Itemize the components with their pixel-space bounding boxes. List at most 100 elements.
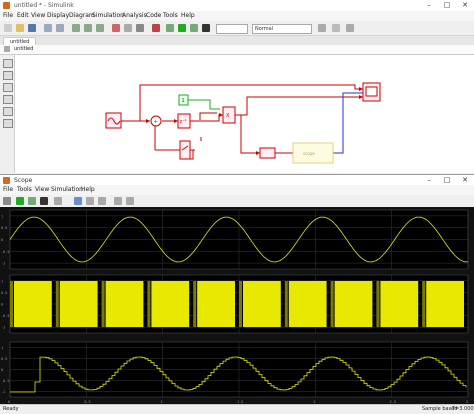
- menu-view[interactable]: View: [31, 12, 45, 19]
- record-icon[interactable]: [152, 24, 160, 32]
- product-block-label: X: [226, 113, 230, 119]
- scope-plots: 10.50-0.5-110.50-0.5-110.50-0.5-10 0.5 1 1.…: [1, 209, 469, 404]
- unit-delay-block[interactable]: z⁻¹: [177, 113, 191, 129]
- scope-menubar: File Tools View Simulation Help: [0, 185, 474, 195]
- switch-block[interactable]: [179, 140, 191, 160]
- stop-time-field[interactable]: [216, 24, 248, 34]
- close-button[interactable]: ✕: [456, 0, 474, 11]
- palette-fit-icon[interactable]: [3, 71, 13, 80]
- model-canvas[interactable]: + 1 z⁻¹ X scope: [15, 55, 474, 173]
- scope-menu-help[interactable]: Help: [81, 186, 95, 193]
- plot-2-transition: [10, 281, 13, 327]
- menu-help[interactable]: Help: [181, 12, 195, 19]
- scope-menu-view[interactable]: View: [35, 186, 49, 193]
- minimize-button[interactable]: –: [420, 0, 438, 11]
- menu-tools[interactable]: Tools: [163, 12, 178, 19]
- run-icon[interactable]: [178, 24, 186, 32]
- palette-area-icon[interactable]: [3, 119, 13, 128]
- sine-wave-block[interactable]: [105, 112, 122, 129]
- model-tab-row: untitled: [0, 36, 474, 46]
- menu-display[interactable]: Display: [47, 12, 69, 19]
- settings-icon[interactable]: [136, 24, 144, 32]
- scope-run-icon[interactable]: [16, 197, 24, 205]
- scope-measure-icon[interactable]: [126, 197, 134, 205]
- block-palette: [0, 55, 15, 173]
- menu-simulation[interactable]: Simulation: [92, 12, 124, 19]
- fast-restart-icon[interactable]: [318, 24, 326, 32]
- save-icon[interactable]: [28, 24, 36, 32]
- function-output-line: [333, 92, 363, 154]
- step-forward-icon[interactable]: [190, 24, 198, 32]
- plot-2-ytick: 0: [1, 303, 3, 307]
- undo-icon[interactable]: [44, 24, 52, 32]
- menu-analysis[interactable]: Analysis: [122, 12, 147, 19]
- scope-menu-tools[interactable]: Tools: [17, 186, 32, 193]
- scope-block[interactable]: [362, 82, 381, 102]
- plot-2-pulse: [288, 281, 327, 327]
- plot-2-transition: [422, 281, 426, 327]
- status-ready: Ready: [3, 406, 19, 412]
- breadcrumb-label[interactable]: untitled: [14, 46, 33, 52]
- menu-file[interactable]: File: [3, 12, 13, 19]
- unit-delay-label: z⁻¹: [180, 119, 187, 125]
- constant-line: [187, 99, 220, 110]
- sim-mode-select[interactable]: Normal: [252, 24, 312, 34]
- scope-pan-icon[interactable]: [86, 197, 94, 205]
- menu-code[interactable]: Code: [146, 12, 161, 19]
- plot-2-transition: [55, 281, 59, 327]
- palette-annotation-icon[interactable]: [3, 95, 13, 104]
- plot-2-pulse: [197, 281, 235, 327]
- gain-block[interactable]: [259, 147, 276, 159]
- scope-display[interactable]: 1 0.5 0 -0.5 -1 1 0.5 0 -0.5 -1 1 0.5 0 -0.5 -1 0 0.5 1 1.…: [0, 207, 474, 404]
- plot-2-pulse: [105, 281, 144, 327]
- step-back-icon[interactable]: [166, 24, 174, 32]
- plot-2-transition: [330, 281, 334, 327]
- plot-3-ytick: 0: [1, 368, 3, 372]
- plot-3-ytick: 0.5: [1, 357, 7, 361]
- scope-settings-icon[interactable]: [3, 197, 11, 205]
- model-explorer-icon[interactable]: [124, 24, 132, 32]
- plot-1-ytick: -1: [1, 262, 5, 266]
- scope-autoscale-icon[interactable]: [98, 197, 106, 205]
- menu-edit[interactable]: Edit: [17, 12, 29, 19]
- plot-1-ytick: 0.5: [1, 226, 7, 230]
- plot-1-ytick: 0: [1, 238, 3, 242]
- plot-2-pulse: [380, 281, 419, 327]
- forward-icon[interactable]: [84, 24, 92, 32]
- scope-zoom-icon[interactable]: [74, 197, 82, 205]
- palette-image-icon[interactable]: [3, 107, 13, 116]
- breadcrumb: untitled: [0, 45, 474, 55]
- scope-highlight-icon[interactable]: [54, 197, 62, 205]
- plot-2-pulse: [426, 281, 464, 327]
- scope-stop-icon[interactable]: [40, 197, 48, 205]
- library-browser-icon[interactable]: [112, 24, 120, 32]
- maximize-button[interactable]: □: [438, 0, 456, 11]
- plot-2-transition: [193, 281, 197, 327]
- code-gen-icon[interactable]: [346, 24, 354, 32]
- constant-block-label: 1: [182, 98, 185, 104]
- product-block[interactable]: X: [222, 106, 236, 124]
- matlab-function-block[interactable]: scope: [292, 142, 334, 164]
- scope-menu-file[interactable]: File: [3, 186, 13, 193]
- scope-step-icon[interactable]: [28, 197, 36, 205]
- scope-cursor-icon[interactable]: [114, 197, 122, 205]
- debug-icon[interactable]: [332, 24, 340, 32]
- plot-2-transition: [239, 281, 242, 327]
- block-diagram: + 1 z⁻¹ X scope: [105, 82, 381, 164]
- menu-diagram[interactable]: Diagram: [69, 12, 95, 19]
- up-icon[interactable]: [96, 24, 104, 32]
- sum-block[interactable]: +: [150, 115, 162, 127]
- constant-block[interactable]: 1: [178, 94, 189, 106]
- new-model-icon[interactable]: [4, 24, 12, 32]
- scope-menu-simulation[interactable]: Simulation: [51, 186, 83, 193]
- open-icon[interactable]: [16, 24, 24, 32]
- palette-zoom-icon[interactable]: [3, 59, 13, 68]
- palette-arrow-icon[interactable]: [3, 83, 13, 92]
- back-icon[interactable]: [72, 24, 80, 32]
- redo-icon[interactable]: [56, 24, 64, 32]
- plot-3-ytick: -1: [1, 390, 5, 394]
- plot-2-ytick: -0.5: [1, 314, 9, 318]
- plot-2-transition: [284, 281, 288, 327]
- stop-icon[interactable]: [202, 24, 210, 32]
- window-title: untitled * - Simulink: [14, 2, 74, 9]
